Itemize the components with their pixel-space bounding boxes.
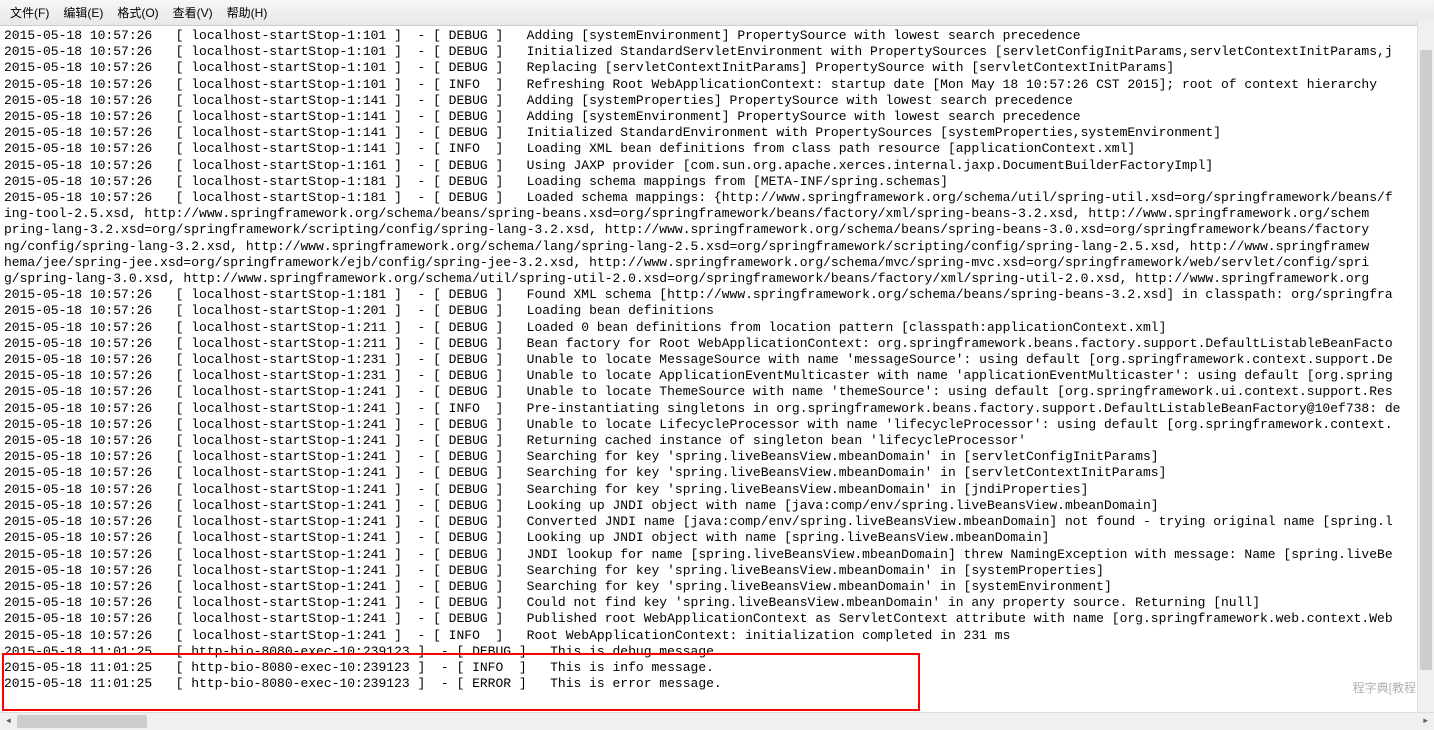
vertical-scrollbar[interactable]	[1417, 20, 1434, 712]
menu-edit[interactable]: 编辑(E)	[57, 2, 109, 23]
scroll-right-icon[interactable]: ►	[1417, 713, 1434, 730]
menu-bar: 文件(F) 编辑(E) 格式(O) 查看(V) 帮助(H)	[0, 0, 1434, 26]
menu-view[interactable]: 查看(V)	[167, 2, 219, 23]
scroll-left-icon[interactable]: ◄	[0, 713, 17, 730]
horizontal-scroll-thumb[interactable]	[17, 715, 147, 728]
editor-viewport: 2015-05-18 10:57:26 [ localhost-startSto…	[0, 26, 1434, 718]
horizontal-scroll-track[interactable]	[17, 715, 1417, 728]
log-text[interactable]: 2015-05-18 10:57:26 [ localhost-startSto…	[0, 26, 1434, 694]
menu-format[interactable]: 格式(O)	[111, 2, 164, 23]
vertical-scroll-thumb[interactable]	[1420, 50, 1432, 670]
horizontal-scrollbar[interactable]: ◄ ►	[0, 712, 1434, 730]
menu-help[interactable]: 帮助(H)	[221, 2, 274, 23]
menu-file[interactable]: 文件(F)	[4, 2, 55, 23]
